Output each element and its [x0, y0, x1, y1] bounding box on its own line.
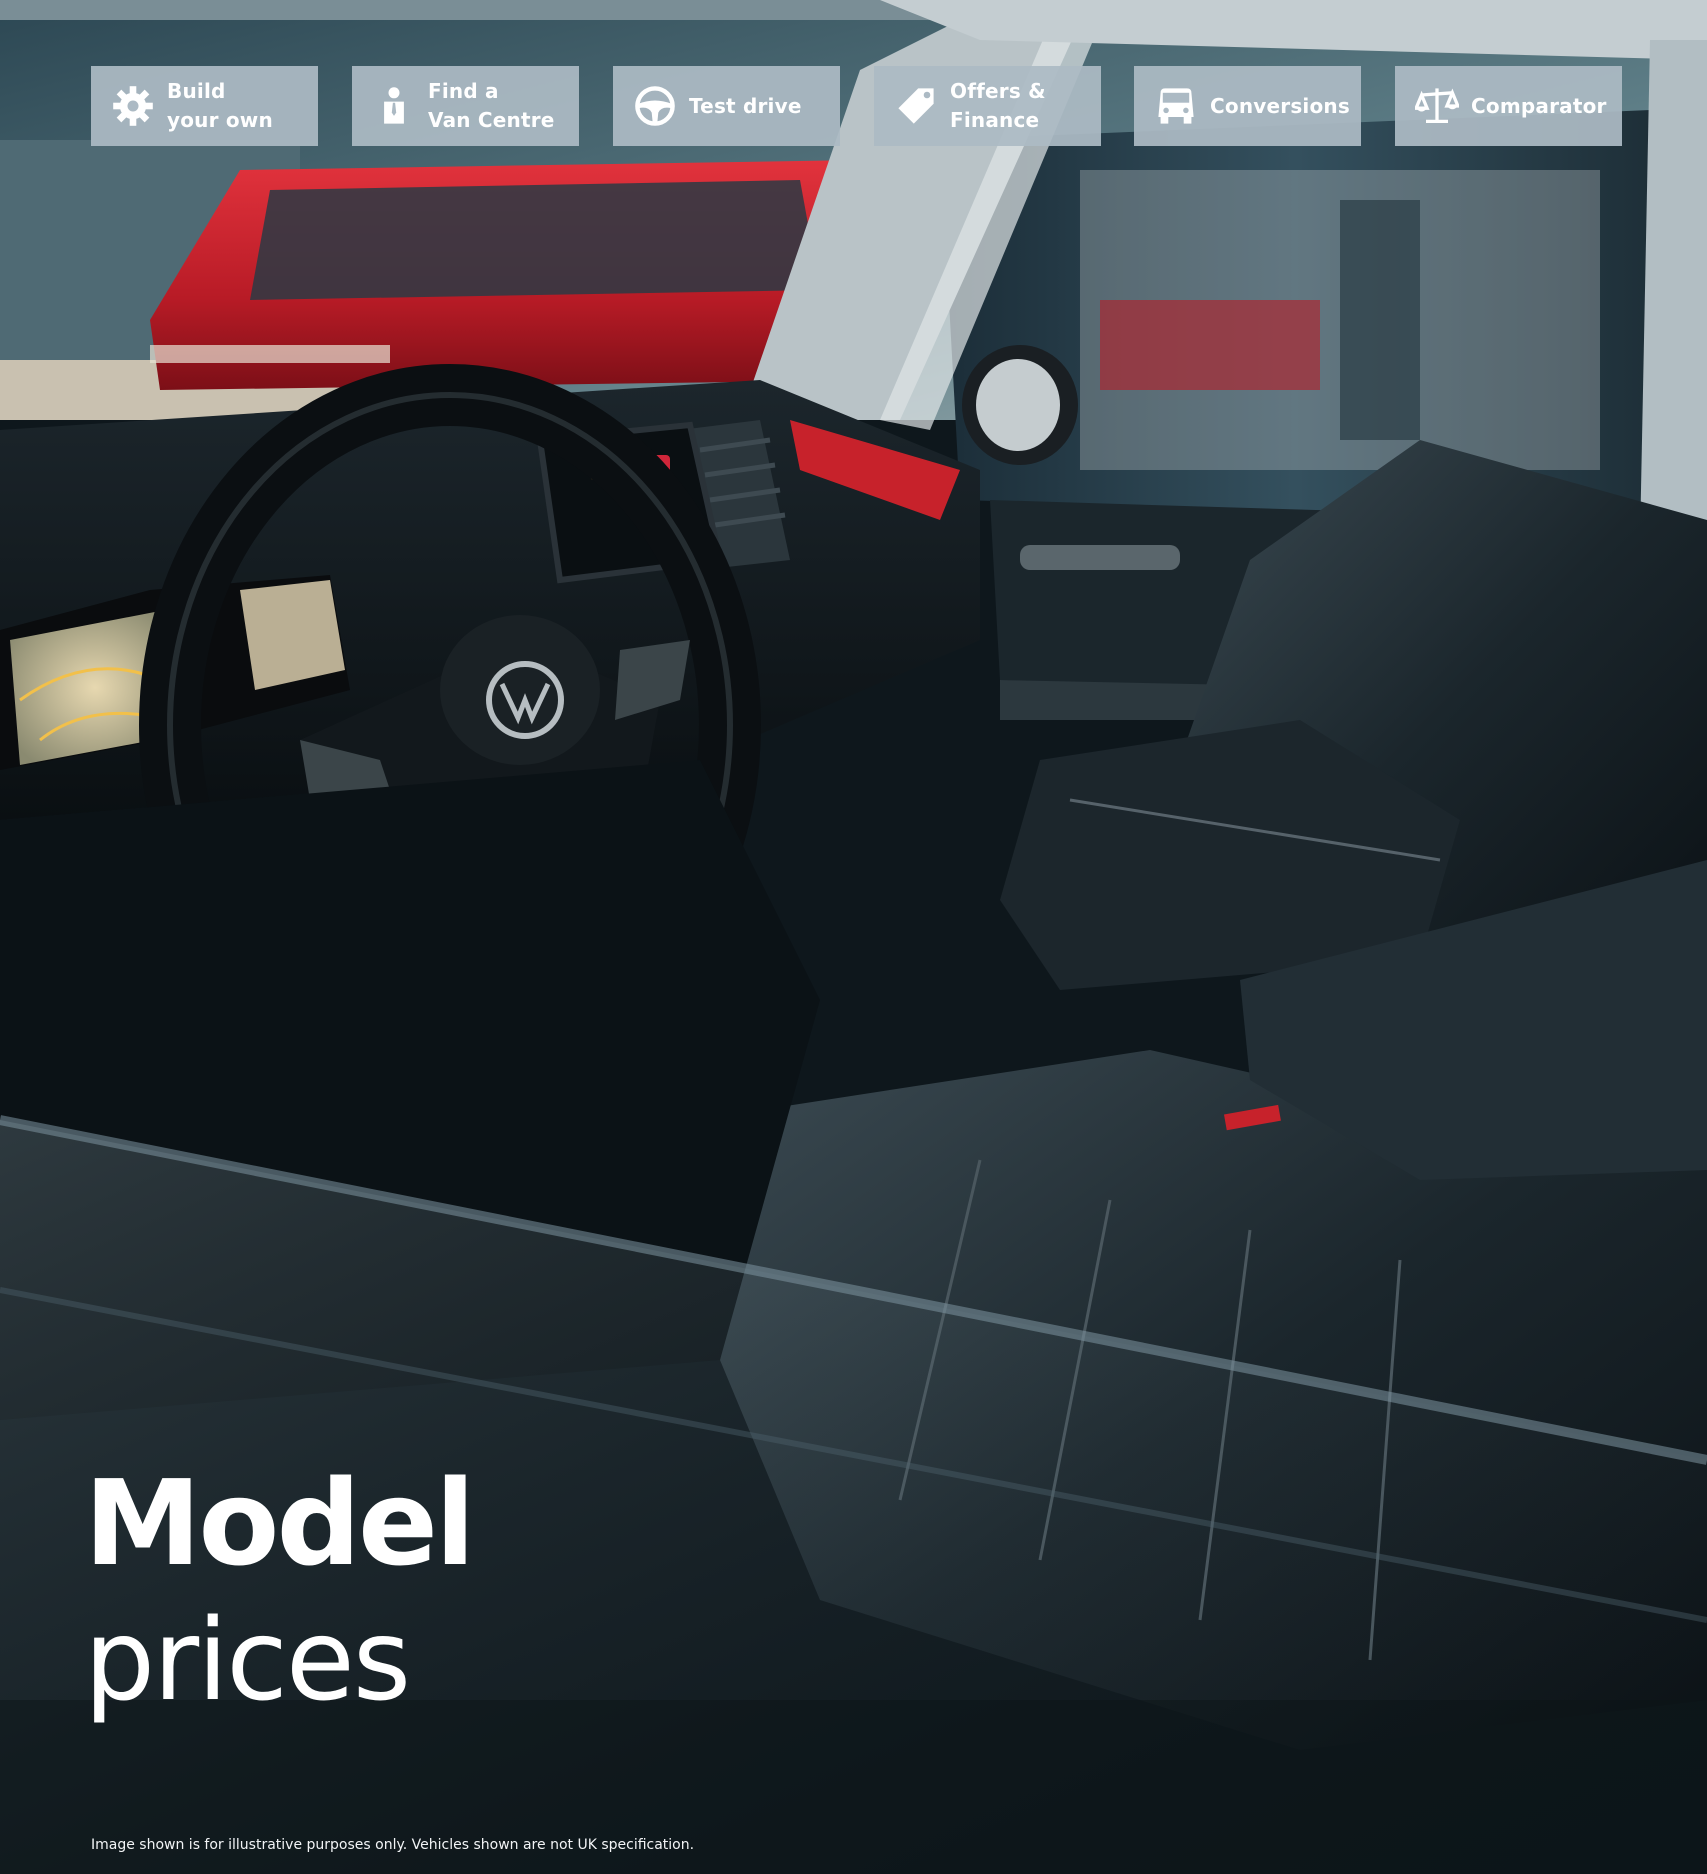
gear-icon	[109, 82, 157, 130]
steering-wheel-icon	[631, 82, 679, 130]
offers-finance-button[interactable]: Offers & Finance	[874, 66, 1101, 146]
find-van-centre-button[interactable]: Find a Van Centre	[352, 66, 579, 146]
build-your-own-button[interactable]: Build your own	[91, 66, 318, 146]
person-icon	[370, 82, 418, 130]
test-drive-label: Test drive	[689, 93, 802, 118]
page-title: Model prices	[84, 1454, 475, 1726]
find-van-centre-label: Find a Van Centre	[428, 79, 555, 132]
test-drive-button[interactable]: Test drive	[613, 66, 840, 146]
title-line-prices: prices	[84, 1596, 411, 1726]
offers-finance-label: Offers & Finance	[950, 79, 1046, 132]
comparator-label: Comparator	[1471, 93, 1607, 118]
build-your-own-label: Build your own	[167, 79, 273, 132]
title-line-model: Model	[84, 1454, 475, 1592]
price-tag-icon	[892, 82, 940, 130]
comparator-button[interactable]: Comparator	[1395, 66, 1622, 146]
conversions-label: Conversions	[1210, 93, 1350, 118]
scales-icon	[1413, 82, 1461, 130]
van-icon	[1152, 82, 1200, 130]
conversions-button[interactable]: Conversions	[1134, 66, 1361, 146]
disclaimer-text: Image shown is for illustrative purposes…	[91, 1837, 695, 1853]
